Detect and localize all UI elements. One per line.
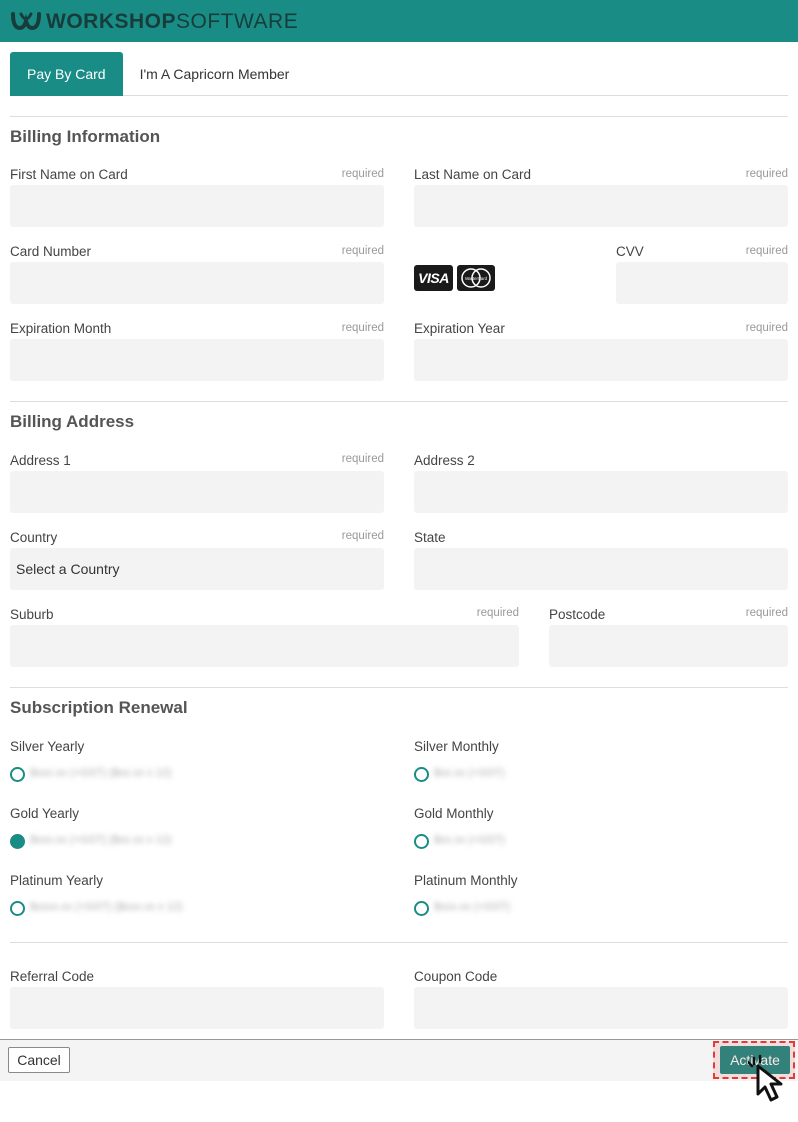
suburb-label: Suburb xyxy=(10,607,54,622)
first-name-input[interactable] xyxy=(10,185,384,227)
mastercard-logo-text: MasterCard xyxy=(465,276,488,281)
visa-logo-text: VISA xyxy=(418,270,449,286)
visa-logo-icon: VISA xyxy=(414,265,453,291)
last-name-label: Last Name on Card xyxy=(414,167,532,182)
plan-label-platinum-monthly: Platinum Monthly xyxy=(414,873,518,888)
plan-radio-platinum-yearly[interactable] xyxy=(10,901,25,916)
plan-radio-silver-monthly[interactable] xyxy=(414,767,429,782)
section-divider xyxy=(10,687,788,688)
plan-label-silver-yearly: Silver Yearly xyxy=(10,739,85,754)
coupon-code-input[interactable] xyxy=(414,987,788,1029)
plan-label-silver-monthly: Silver Monthly xyxy=(414,739,499,754)
address1-input[interactable] xyxy=(10,471,384,513)
cvv-label: CVV xyxy=(616,244,644,259)
address2-label: Address 2 xyxy=(414,453,475,468)
plan-price-gold-yearly: $xxx.xx (+GST) ($xx.xx x 12) xyxy=(30,834,172,846)
billing-address-title: Billing Address xyxy=(10,412,135,431)
section-divider xyxy=(10,942,788,943)
mastercard-logo-icon: MasterCard xyxy=(457,265,495,291)
exp-year-label: Expiration Year xyxy=(414,321,505,336)
cvv-input[interactable] xyxy=(616,262,788,304)
first-name-label: First Name on Card xyxy=(10,167,128,182)
exp-year-input[interactable] xyxy=(414,339,788,381)
address1-label: Address 1 xyxy=(10,453,71,468)
exp-month-required: required xyxy=(341,322,384,334)
referral-code-label: Referral Code xyxy=(10,969,95,984)
country-select-value: Select a Country xyxy=(16,561,120,577)
country-required: required xyxy=(341,530,384,542)
plan-price-silver-yearly: $xxx.xx (+GST) ($xx.xx x 12) xyxy=(30,767,172,779)
section-divider xyxy=(10,401,788,402)
plan-radio-platinum-monthly[interactable] xyxy=(414,901,429,916)
workshop-logo-icon xyxy=(11,12,41,31)
plan-radio-silver-yearly[interactable] xyxy=(10,767,25,782)
first-name-required: required xyxy=(341,168,384,180)
last-name-input[interactable] xyxy=(414,185,788,227)
brand-name-light: SOFTWARE xyxy=(176,9,299,33)
last-name-required: required xyxy=(745,168,788,180)
exp-year-required: required xyxy=(745,322,788,334)
cvv-required: required xyxy=(745,245,788,257)
billing-info-title: Billing Information xyxy=(10,127,161,146)
brand-name: WORKSHOPSOFTWARE xyxy=(46,11,298,32)
address2-input[interactable] xyxy=(414,471,788,513)
plan-label-gold-monthly: Gold Monthly xyxy=(414,806,494,821)
coupon-code-label: Coupon Code xyxy=(414,969,498,984)
tab-capricorn-member[interactable]: I'm A Capricorn Member xyxy=(123,52,307,96)
plan-price-platinum-yearly: $xxxx.xx (+GST) ($xxx.xx x 12) xyxy=(30,901,183,913)
plan-radio-gold-monthly[interactable] xyxy=(414,834,429,849)
plan-price-gold-monthly: $xx.xx (+GST) xyxy=(434,834,505,846)
suburb-required: required xyxy=(476,607,519,619)
country-label: Country xyxy=(10,530,58,545)
postcode-required: required xyxy=(745,607,788,619)
section-divider xyxy=(10,116,788,117)
cancel-button[interactable]: Cancel xyxy=(8,1047,70,1073)
referral-code-input[interactable] xyxy=(10,987,384,1029)
dialog-footer xyxy=(0,1039,798,1081)
mastercard-circles-icon: MasterCard xyxy=(461,268,491,288)
payment-tabs: Pay By Card I'm A Capricorn Member xyxy=(10,52,788,96)
plan-label-platinum-yearly: Platinum Yearly xyxy=(10,873,104,888)
tab-pay-by-card[interactable]: Pay By Card xyxy=(10,52,123,96)
card-number-input[interactable] xyxy=(10,262,384,304)
postcode-input[interactable] xyxy=(549,625,788,667)
exp-month-input[interactable] xyxy=(10,339,384,381)
state-input[interactable] xyxy=(414,548,788,590)
subscription-title: Subscription Renewal xyxy=(10,698,188,717)
plan-label-gold-yearly: Gold Yearly xyxy=(10,806,80,821)
brand-name-bold: WORKSHOP xyxy=(46,9,176,33)
card-number-required: required xyxy=(341,245,384,257)
exp-month-label: Expiration Month xyxy=(10,321,112,336)
state-label: State xyxy=(414,530,446,545)
app-header: WORKSHOPSOFTWARE xyxy=(0,0,798,42)
suburb-input[interactable] xyxy=(10,625,519,667)
postcode-label: Postcode xyxy=(549,607,606,622)
country-select[interactable]: Select a Country xyxy=(10,548,384,590)
plan-price-silver-monthly: $xx.xx (+GST) xyxy=(434,767,505,779)
card-number-label: Card Number xyxy=(10,244,92,259)
plan-radio-gold-yearly[interactable] xyxy=(10,834,25,849)
address1-required: required xyxy=(341,453,384,465)
mouse-pointer-icon xyxy=(748,1054,783,1102)
plan-price-platinum-monthly: $xxx.xx (+GST) xyxy=(434,901,511,913)
